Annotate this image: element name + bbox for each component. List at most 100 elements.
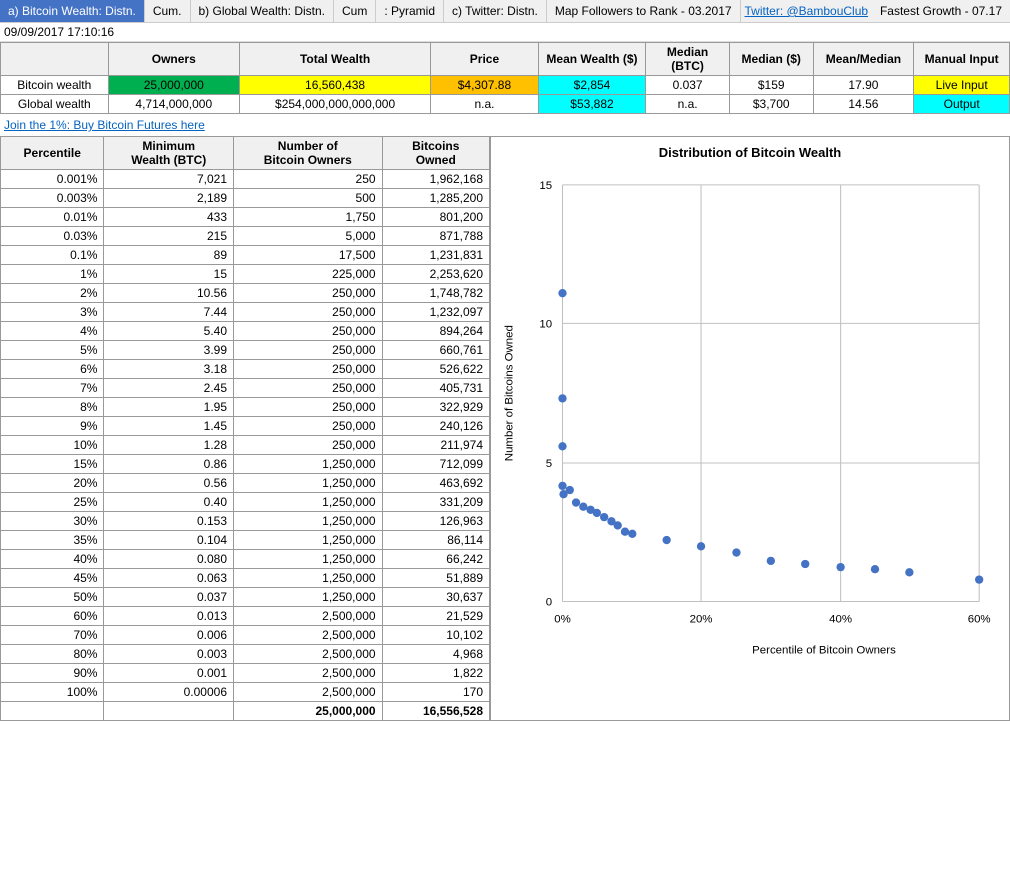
- fastest-growth-label: Fastest Growth - 07.17: [872, 0, 1010, 22]
- totals-row: 25,000,000 16,556,528: [1, 702, 490, 721]
- twitter-link[interactable]: Twitter: @BambouClub: [744, 4, 868, 18]
- tab-global-dist[interactable]: b) Global Wealth: Distn.: [191, 0, 335, 22]
- svg-text:5: 5: [546, 458, 552, 470]
- total-label: [1, 702, 104, 721]
- tab-bitcoin-dist[interactable]: a) Bitcoin Wealth: Distn.: [0, 0, 145, 22]
- cell-3-2: 5,000: [234, 227, 383, 246]
- join-link[interactable]: Join the 1%: Buy Bitcoin Futures here: [0, 114, 1010, 136]
- col-percentile: Percentile: [1, 137, 104, 170]
- cell-27-0: 100%: [1, 683, 104, 702]
- cell-26-0: 90%: [1, 664, 104, 683]
- data-table-wrap: Percentile MinimumWealth (BTC) Number of…: [0, 136, 490, 721]
- svg-text:Percentile of Bitcoin Owners: Percentile of Bitcoin Owners: [752, 645, 896, 657]
- cell-7-0: 3%: [1, 303, 104, 322]
- cell-20-3: 66,242: [382, 550, 489, 569]
- table-row: 0.1%8917,5001,231,831: [1, 246, 490, 265]
- tab-cum1[interactable]: Cum.: [145, 0, 191, 22]
- cell-25-1: 0.003: [104, 645, 234, 664]
- cell-2-0: 0.01%: [1, 208, 104, 227]
- cell-8-1: 5.40: [104, 322, 234, 341]
- svg-text:10: 10: [539, 319, 552, 331]
- cell-15-2: 1,250,000: [234, 455, 383, 474]
- cell-19-3: 86,114: [382, 531, 489, 550]
- cell-11-1: 2.45: [104, 379, 234, 398]
- cell-25-0: 80%: [1, 645, 104, 664]
- cell-16-1: 0.56: [104, 474, 234, 493]
- cell-2-2: 1,750: [234, 208, 383, 227]
- cell-17-2: 1,250,000: [234, 493, 383, 512]
- cell-24-3: 10,102: [382, 626, 489, 645]
- data-point-19: [767, 557, 775, 565]
- cell-26-1: 0.001: [104, 664, 234, 683]
- tab-pyramid[interactable]: : Pyramid: [376, 0, 444, 22]
- global-median-usd: $3,700: [729, 95, 813, 114]
- cell-14-1: 1.28: [104, 436, 234, 455]
- cell-14-3: 211,974: [382, 436, 489, 455]
- chart-svg: 0 5 10 15 0% 20% 40% 60% Number of Bitco…: [499, 164, 1001, 664]
- chart-area: 0 5 10 15 0% 20% 40% 60% Number of Bitco…: [499, 164, 1001, 664]
- table-row: 0.003%2,1895001,285,200: [1, 189, 490, 208]
- data-point-3: [558, 442, 566, 450]
- tab-twitter-dist[interactable]: c) Twitter: Distn.: [444, 0, 547, 22]
- data-point-11: [600, 513, 608, 521]
- cell-12-0: 8%: [1, 398, 104, 417]
- cell-3-3: 871,788: [382, 227, 489, 246]
- table-row: 35%0.1041,250,00086,114: [1, 531, 490, 550]
- svg-text:60%: 60%: [968, 613, 991, 625]
- cell-11-3: 405,731: [382, 379, 489, 398]
- table-row: 6%3.18250,000526,622: [1, 360, 490, 379]
- table-row: 80%0.0032,500,0004,968: [1, 645, 490, 664]
- cell-5-3: 2,253,620: [382, 265, 489, 284]
- data-point-6: [566, 486, 574, 494]
- table-row: 0.03%2155,000871,788: [1, 227, 490, 246]
- table-row: 0.01%4331,750801,200: [1, 208, 490, 227]
- table-row: 10%1.28250,000211,974: [1, 436, 490, 455]
- cell-18-2: 1,250,000: [234, 512, 383, 531]
- global-owners: 4,714,000,000: [108, 95, 239, 114]
- cell-21-3: 51,889: [382, 569, 489, 588]
- cell-14-0: 10%: [1, 436, 104, 455]
- col-min-wealth: MinimumWealth (BTC): [104, 137, 234, 170]
- cell-10-0: 6%: [1, 360, 104, 379]
- cell-12-1: 1.95: [104, 398, 234, 417]
- cell-26-3: 1,822: [382, 664, 489, 683]
- row-label-global: Global wealth: [1, 95, 109, 114]
- table-row: 7%2.45250,000405,731: [1, 379, 490, 398]
- cell-6-1: 10.56: [104, 284, 234, 303]
- cell-22-1: 0.037: [104, 588, 234, 607]
- bitcoin-total-wealth: 16,560,438: [239, 76, 430, 95]
- bitcoin-mean-median: 17.90: [813, 76, 914, 95]
- cell-7-3: 1,232,097: [382, 303, 489, 322]
- table-row: 60%0.0132,500,00021,529: [1, 607, 490, 626]
- tab-cum2[interactable]: Cum: [334, 0, 376, 22]
- tab-map-followers[interactable]: Map Followers to Rank - 03.2017: [547, 0, 741, 22]
- cell-4-0: 0.1%: [1, 246, 104, 265]
- distribution-table: Percentile MinimumWealth (BTC) Number of…: [0, 136, 490, 721]
- table-row: 5%3.99250,000660,761: [1, 341, 490, 360]
- col-btc-owned: BitcoinsOwned: [382, 137, 489, 170]
- col-header-median-usd: Median ($): [729, 43, 813, 76]
- cell-23-0: 60%: [1, 607, 104, 626]
- cell-1-3: 1,285,200: [382, 189, 489, 208]
- global-mean-wealth: $53,882: [538, 95, 646, 114]
- cell-5-1: 15: [104, 265, 234, 284]
- global-mean-median: 14.56: [813, 95, 914, 114]
- cell-9-2: 250,000: [234, 341, 383, 360]
- cell-20-2: 1,250,000: [234, 550, 383, 569]
- cell-3-1: 215: [104, 227, 234, 246]
- cell-10-1: 3.18: [104, 360, 234, 379]
- table-row: 4%5.40250,000894,264: [1, 322, 490, 341]
- total-owners: 25,000,000: [234, 702, 383, 721]
- cell-0-3: 1,962,168: [382, 170, 489, 189]
- cell-13-0: 9%: [1, 417, 104, 436]
- cell-27-3: 170: [382, 683, 489, 702]
- data-point-15: [628, 530, 636, 538]
- cell-8-2: 250,000: [234, 322, 383, 341]
- cell-9-0: 5%: [1, 341, 104, 360]
- cell-4-3: 1,231,831: [382, 246, 489, 265]
- cell-6-3: 1,748,782: [382, 284, 489, 303]
- cell-20-1: 0.080: [104, 550, 234, 569]
- chart-title: Distribution of Bitcoin Wealth: [499, 145, 1001, 160]
- data-point-7: [572, 498, 580, 506]
- cell-22-2: 1,250,000: [234, 588, 383, 607]
